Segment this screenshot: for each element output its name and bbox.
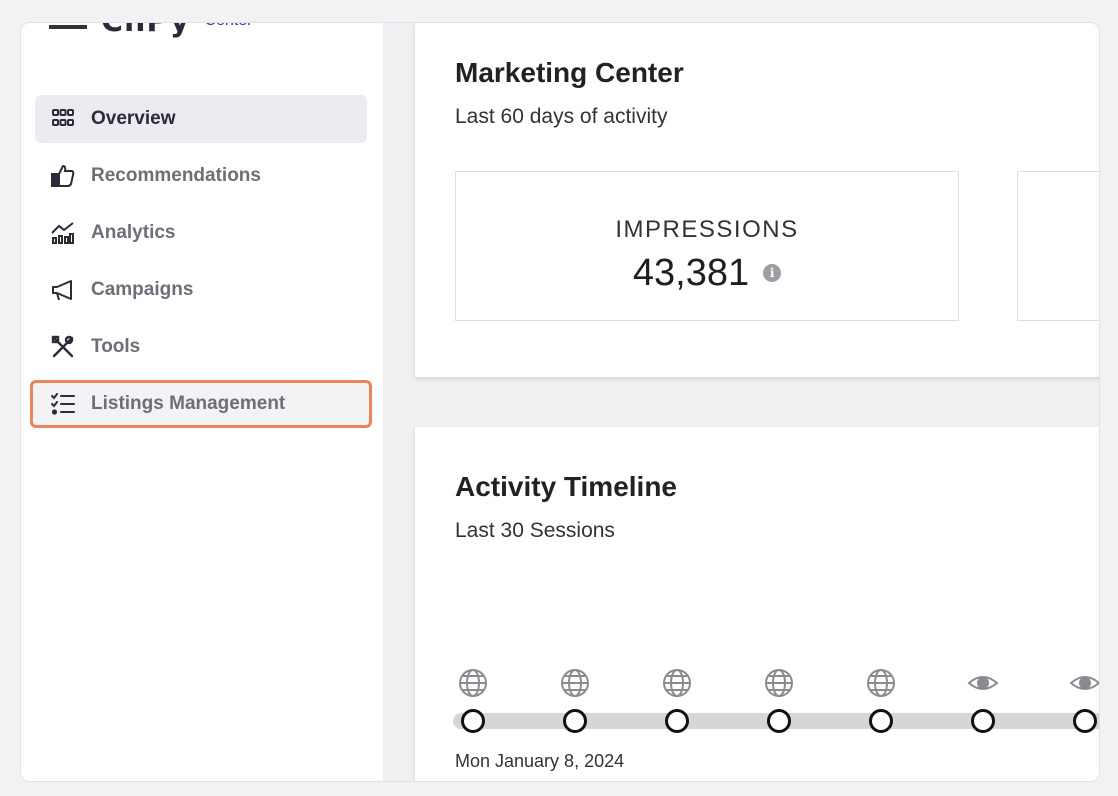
thumbs-up-icon [51, 164, 75, 188]
sidebar-item-analytics[interactable]: Analytics [35, 209, 367, 257]
activity-timeline-card: Activity Timeline Last 30 Sessions Mon J… [415, 427, 1099, 781]
sidebar-item-label: Recommendations [91, 165, 261, 186]
sidebar: ChPy Center Overview [21, 23, 383, 781]
grid-icon [51, 107, 75, 131]
stat-value-row: 43,381 i [456, 252, 958, 295]
sidebar-item-overview[interactable]: Overview [35, 95, 367, 143]
marketing-center-card: Marketing Center Last 60 days of activit… [415, 23, 1099, 377]
activity-timeline [453, 667, 1099, 733]
sidebar-item-recommendations[interactable]: Recommendations [35, 152, 367, 200]
analytics-icon [51, 221, 75, 245]
timeline-dot[interactable] [971, 709, 995, 733]
timeline-date: Mon January 8, 2024 [455, 751, 625, 771]
eye-icon [967, 676, 999, 690]
sidebar-item-label: Overview [91, 108, 176, 129]
stat-box-partial [1017, 171, 1099, 321]
timeline-dot[interactable] [665, 709, 689, 733]
card-subtitle: Last 60 days of activity [455, 105, 668, 128]
menu-icon[interactable] [49, 25, 87, 29]
globe-icon [561, 669, 589, 697]
info-icon[interactable]: i [763, 264, 782, 282]
sidebar-item-campaigns[interactable]: Campaigns [35, 266, 367, 314]
timeline-dot[interactable] [563, 709, 587, 733]
logo[interactable]: ChPy Center [49, 23, 253, 37]
logo-text: ChPy [101, 23, 190, 37]
megaphone-icon [51, 278, 75, 302]
timeline-dot[interactable] [869, 709, 893, 733]
globe-icon [459, 669, 487, 697]
tools-icon [51, 335, 75, 359]
sidebar-item-listings-management[interactable]: Listings Management [30, 380, 372, 428]
app-window: ChPy Center Overview [20, 22, 1100, 782]
globe-icon [765, 669, 793, 697]
sidebar-item-label: Listings Management [91, 393, 286, 414]
card-title: Activity Timeline [455, 471, 678, 502]
sidebar-nav: Overview Recommendations Analytics Campa… [30, 95, 372, 437]
logo-subtitle: Center [204, 23, 252, 31]
stat-value: 43,381 [632, 252, 750, 294]
stat-label: IMPRESSIONS [615, 216, 799, 243]
globe-icon [867, 669, 895, 697]
eye-icon [1069, 676, 1099, 690]
timeline-dot[interactable] [1073, 709, 1097, 733]
timeline-dot[interactable] [767, 709, 791, 733]
card-title: Marketing Center [455, 57, 684, 88]
sidebar-item-label: Campaigns [91, 279, 194, 300]
timeline-dot[interactable] [461, 709, 485, 733]
sidebar-item-label: Tools [91, 336, 141, 357]
card-subtitle: Last 30 Sessions [455, 519, 615, 542]
checklist-icon [51, 392, 75, 416]
globe-icon [663, 669, 691, 697]
impressions-stat: IMPRESSIONS 43,381 i [455, 171, 959, 321]
sidebar-item-label: Analytics [91, 222, 176, 243]
sidebar-item-tools[interactable]: Tools [35, 323, 367, 371]
